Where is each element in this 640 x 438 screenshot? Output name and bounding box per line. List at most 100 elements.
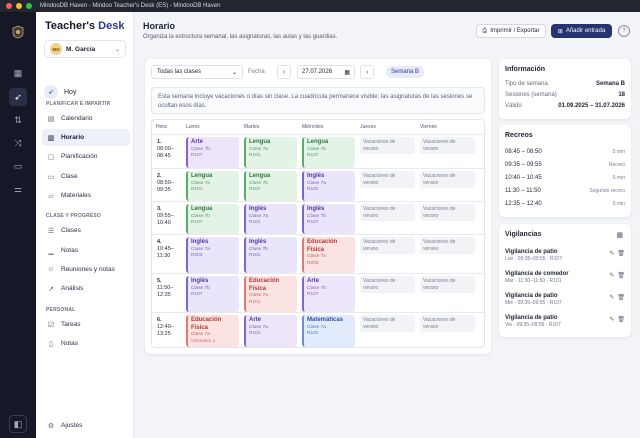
trash-icon[interactable]: 🗑 <box>617 250 625 257</box>
lesson-cell[interactable]: Inglés Clase 7a R101 <box>244 204 297 234</box>
lesson-cell[interactable]: Lengua Clase 7a R101 <box>186 171 239 201</box>
lesson-cell[interactable]: Lengua Clase 7b R107 <box>302 137 355 168</box>
period-label: 4. 10:45– 11:30 <box>157 239 174 259</box>
section-label-personal: PERSONAL <box>46 307 76 313</box>
info-row: Tipo de semana Semana B <box>505 81 625 87</box>
info-row: Sesiones (semana) 18 <box>505 92 625 98</box>
vacation-cell: Vacaciones de verano <box>360 204 415 221</box>
trash-icon[interactable]: 🗑 <box>617 294 625 301</box>
sidebar-item-clase[interactable]: ▭ Clase <box>42 168 130 185</box>
maximize-window-button[interactable] <box>26 3 32 9</box>
lesson-cell[interactable]: Educación Física Clase 7a R203 <box>302 237 355 273</box>
sidebar: Teacher's Desk MG M. García ⌄ ➶ Hoy PLAN… <box>36 12 134 438</box>
sidebar-item-notas-personal[interactable]: ▯ Notas <box>42 335 130 352</box>
column-header: Martes <box>244 124 260 130</box>
lesson-cell[interactable]: Arte Clase 7a R101 <box>244 315 297 347</box>
sidebar-item-planificacion[interactable]: ▢ Planificación <box>42 148 130 165</box>
rocket-icon[interactable]: ➶ <box>9 88 27 106</box>
sidebar-item-materiales[interactable]: ▱ Materiales <box>42 187 130 204</box>
class-filter-select[interactable]: Todas las clases ⌄ <box>151 65 243 79</box>
rocket-icon: ➶ <box>44 85 58 99</box>
column-header: Lunes <box>186 124 200 130</box>
bar-chart-icon: ▁ <box>48 247 54 255</box>
sidebar-item-clases[interactable]: ☰ Clases <box>42 222 130 239</box>
sidebar-item-notas[interactable]: ▁ Notas <box>42 242 130 259</box>
lesson-cell[interactable]: Arte Clase 7b R107 <box>302 276 355 312</box>
trash-icon[interactable]: 🗑 <box>617 272 625 279</box>
row-divider <box>152 168 484 169</box>
sidebar-item-reuniones[interactable]: ☺ Reuniones y notas <box>42 261 130 278</box>
lesson-cell[interactable]: Inglés Clase 7b R107 <box>186 276 239 312</box>
chevron-down-icon: ⌄ <box>114 46 120 53</box>
sidebar-item-ajustes[interactable]: ⚙ Ajustes <box>42 417 130 434</box>
toggle-sidebar-icon[interactable]: ◧ <box>9 415 27 433</box>
vacation-cell: Vacaciones de verano <box>420 276 475 293</box>
next-week-button[interactable]: › <box>360 65 374 79</box>
dashboard-icon[interactable]: ▦ <box>9 64 27 82</box>
layers-icon: ☰ <box>47 227 55 235</box>
week-badge: Semana B <box>386 66 425 78</box>
sidebar-item-tareas[interactable]: ☑ Tareas <box>42 316 130 333</box>
shuffle-icon[interactable]: ⤨ <box>9 134 27 152</box>
sliders-icon[interactable]: ⚌ <box>9 180 27 198</box>
trash-icon[interactable]: 🗑 <box>617 316 625 323</box>
date-input[interactable]: 27.07.2026 ▦ <box>297 65 355 79</box>
inbox-icon[interactable]: ▭ <box>9 157 27 175</box>
lesson-cell[interactable]: Inglés Clase 7a R101 <box>302 171 355 201</box>
duty-item: Vigilancia de comedor Mar · 11:30–11:50 ·… <box>505 271 625 284</box>
lesson-cell[interactable]: Educación Física Clase 7a Gimnasio 1 <box>186 315 239 347</box>
column-header: Jueves <box>360 124 376 130</box>
vacation-cell: Vacaciones de verano <box>360 171 415 188</box>
minimize-window-button[interactable] <box>16 3 22 9</box>
duty-item: Vigilancia de patio Mié · 09:35–09:55 · R… <box>505 293 625 306</box>
recess-row: 08:45 – 08:50 5 min <box>505 149 625 155</box>
window-title: MindooDB Haven - Mindoo Teacher's Desk (… <box>40 3 221 9</box>
lesson-cell[interactable]: Lengua Clase 7b R107 <box>186 204 239 234</box>
brand-logo: Teacher's Desk <box>45 20 125 32</box>
page-title: Horario <box>143 21 176 31</box>
recess-row: 11:30 – 11:50 Segundo recreo <box>505 188 625 194</box>
print-export-button[interactable]: ⎙ Imprimir / Exportar <box>476 24 546 38</box>
app-logo-icon <box>10 24 26 40</box>
lesson-cell[interactable]: Lengua Clase 7a R101 <box>244 137 297 168</box>
row-divider <box>152 273 484 274</box>
edit-icon[interactable]: ✎ <box>609 316 614 323</box>
transfer-icon[interactable]: ⇅ <box>9 111 27 129</box>
lesson-cell[interactable]: Inglés Clase 7b R101 <box>244 237 297 273</box>
sidebar-item-today[interactable]: ➶ Hoy <box>44 84 126 100</box>
lesson-cell[interactable]: Educación Física Clase 7a R101 <box>244 276 297 312</box>
chevron-down-icon: ⌄ <box>231 69 237 76</box>
info-title: Información <box>505 66 546 73</box>
duties-panel: Vigilancias ▦ Vigilancia de patio Lun · 0… <box>499 224 631 337</box>
edit-icon[interactable]: ✎ <box>609 272 614 279</box>
column-header: Miércoles <box>302 124 324 130</box>
lesson-cell[interactable]: Arte Clase 7b R107 <box>186 137 239 168</box>
avatar: MG <box>50 43 62 55</box>
document-icon: ▢ <box>47 153 55 161</box>
vacation-cell: Vacaciones de verano <box>420 237 475 254</box>
column-header: Viernes <box>420 124 437 130</box>
close-window-button[interactable] <box>6 3 12 9</box>
add-entry-button[interactable]: ⊞ Añadir entrada <box>551 24 612 38</box>
sidebar-item-analisis[interactable]: ↗ Análisis <box>42 280 130 297</box>
vacation-cell: Vacaciones de verano <box>360 137 415 154</box>
sidebar-item-horario[interactable]: ▥ Horario <box>42 129 130 146</box>
lesson-cell[interactable]: Inglés Clase 7a R203 <box>186 237 239 273</box>
lesson-cell[interactable]: Lengua Clase 7b R107 <box>244 171 297 201</box>
gear-icon: ⚙ <box>47 422 55 430</box>
help-button[interactable]: ? <box>618 25 630 37</box>
edit-icon[interactable]: ✎ <box>609 250 614 257</box>
vacation-cell: Vacaciones de verano <box>360 237 415 254</box>
calendar-icon[interactable]: ▦ <box>616 231 623 239</box>
sidebar-item-calendario[interactable]: ▤ Calendario <box>42 110 130 127</box>
lesson-cell[interactable]: Inglés Clase 7b R107 <box>302 204 355 234</box>
edit-icon[interactable]: ✎ <box>609 294 614 301</box>
prev-week-button[interactable]: ‹ <box>277 65 291 79</box>
calendar-icon: ▤ <box>47 115 55 123</box>
info-panel: Información Tipo de semana Semana B Sesio… <box>499 59 631 119</box>
page-subtitle: Organiza la estructura semanal, las asig… <box>143 34 338 40</box>
period-label: 6. 12:40– 13:25 <box>157 317 174 337</box>
user-selector[interactable]: MG M. García ⌄ <box>44 40 126 58</box>
lesson-cell[interactable]: Matemáticas Clase 7a R101 <box>302 315 355 347</box>
section-label-planning: PLANIFICAR E IMPARTIR <box>46 101 111 107</box>
